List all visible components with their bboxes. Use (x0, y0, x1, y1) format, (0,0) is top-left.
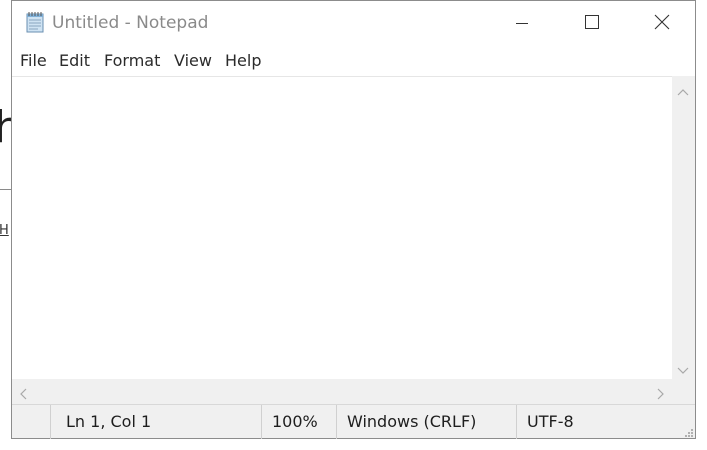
scroll-down-icon[interactable] (677, 361, 689, 374)
minimize-button[interactable] (487, 1, 557, 46)
status-line-ending: Windows (CRLF) (336, 405, 516, 439)
notepad-window: Untitled - Notepad File Edit Format View… (11, 0, 696, 439)
minimize-icon (516, 14, 528, 33)
status-encoding: UTF-8 (516, 405, 695, 439)
menu-file[interactable]: File (18, 51, 49, 70)
background-window-link: H (0, 223, 9, 238)
close-icon (654, 14, 670, 34)
status-zoom: 100% (261, 405, 336, 439)
vertical-scrollbar[interactable] (672, 76, 695, 379)
close-button[interactable] (627, 1, 697, 46)
menu-bar: File Edit Format View Help (12, 46, 695, 76)
maximize-button[interactable] (557, 1, 627, 46)
menu-view[interactable]: View (172, 51, 214, 70)
menu-help[interactable]: Help (223, 51, 263, 70)
window-title: Untitled - Notepad (52, 13, 209, 33)
horizontal-scrollbar[interactable] (12, 379, 672, 404)
menu-edit[interactable]: Edit (57, 51, 92, 70)
text-editor-area[interactable] (12, 76, 672, 379)
notepad-icon[interactable] (25, 11, 45, 33)
title-bar[interactable]: Untitled - Notepad (12, 1, 695, 46)
scrollbar-corner (672, 379, 695, 404)
resize-grip-icon[interactable] (682, 425, 694, 437)
status-bar: Ln 1, Col 1 100% Windows (CRLF) UTF-8 (12, 404, 695, 439)
scroll-up-icon[interactable] (677, 84, 689, 96)
scroll-left-icon[interactable] (18, 385, 30, 400)
status-cursor-position: Ln 1, Col 1 (50, 405, 261, 439)
menu-format[interactable]: Format (102, 51, 162, 70)
maximize-icon (585, 14, 599, 33)
scroll-right-icon[interactable] (654, 385, 666, 400)
